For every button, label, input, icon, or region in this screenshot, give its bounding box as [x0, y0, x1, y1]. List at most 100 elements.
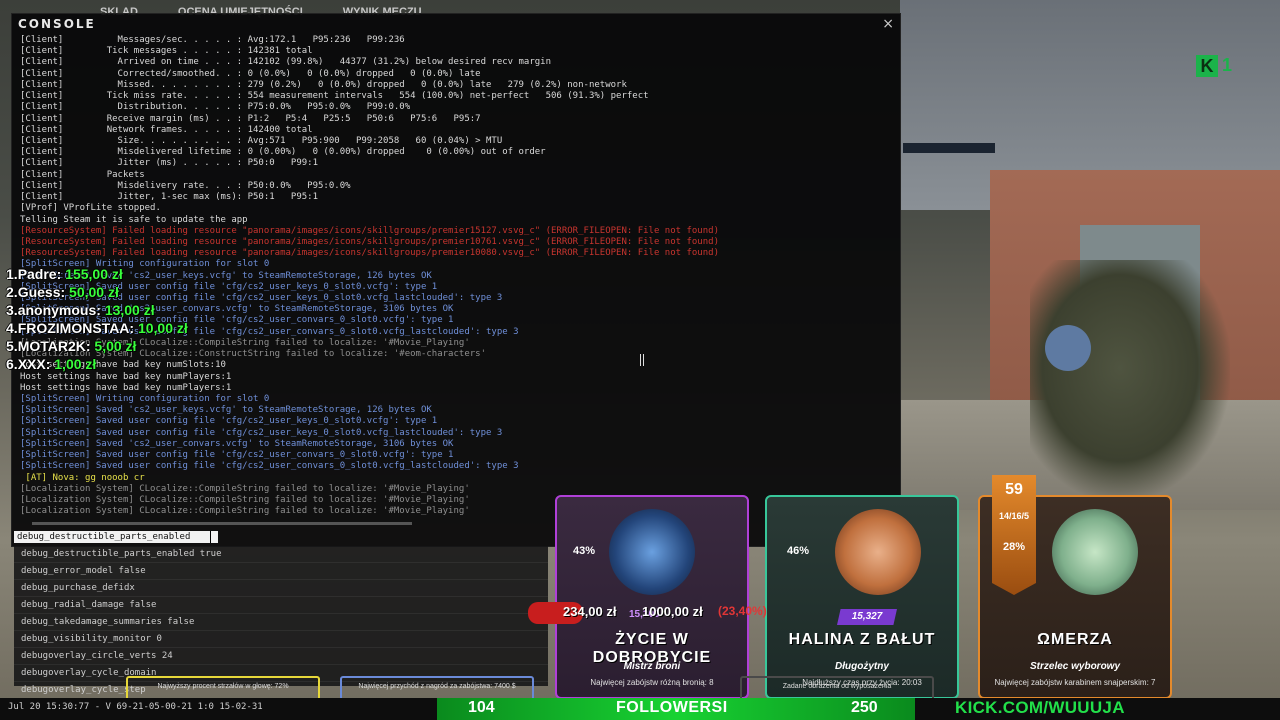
donation-name: Padre:	[17, 266, 62, 282]
autocomplete-item[interactable]: debug_radial_damage false	[14, 597, 548, 614]
console-log-line: [SplitScreen] Saved user config file 'cf…	[20, 461, 519, 472]
console-log-line: [ResourceSystem] Failed loading resource…	[20, 248, 719, 259]
followers-target: 250	[851, 699, 878, 716]
autocomplete-item[interactable]: debug_visibility_monitor 0	[14, 631, 548, 648]
player-card-award: Długożytny	[835, 661, 889, 672]
followers-current: 104	[468, 699, 495, 716]
donation-amount: 10,00 zł	[137, 320, 188, 336]
player-card-percent: 46%	[787, 545, 810, 557]
donation-rank: 6.	[6, 356, 18, 372]
console-log-line: [ResourceSystem] Failed loading resource…	[20, 225, 719, 236]
donation-rank: 1.	[6, 266, 18, 282]
text-cursor-icon	[640, 354, 644, 366]
donation-rank: 3.	[6, 302, 18, 318]
donation-row: 3.anonymous: 13,00 zł	[6, 302, 188, 320]
autocomplete-item[interactable]: debug_takedamage_summaries false	[14, 614, 548, 631]
donation-amount: 5,00 zł	[94, 338, 137, 354]
console-log-line: [Client] Jitter (ms) . . . . . : P50:0 P…	[20, 158, 319, 169]
console-log-line: [Client] Network frames. . . . . : 14240…	[20, 124, 313, 135]
console-log-line: [Client] Tick messages . . . . . : 14238…	[20, 46, 313, 57]
console-log-line: [Localization System] CLocalize::Compile…	[20, 483, 470, 494]
player-card-level: 15,327	[837, 609, 897, 625]
close-icon[interactable]: ×	[882, 16, 894, 32]
console-command-input[interactable]	[14, 531, 218, 543]
donation-amount: 1,00 zł	[54, 356, 97, 372]
player-card-2: 46% 15,327 HALINA Z BAŁUT Długożytny Naj…	[765, 495, 959, 699]
player-card-percent: 43%	[573, 545, 596, 557]
donation-goal-percent: (23,40%)	[718, 604, 767, 618]
console-horizontal-scrollbar[interactable]	[32, 522, 412, 525]
player-card-name: HALINA Z BAŁUT	[788, 631, 936, 648]
console-log-line: [Client] Tick miss rate. . . . . : 554 m…	[20, 91, 649, 102]
system-status-line: Jul 20 15:30:77 - V 69-21-05-00-21 1:0 1…	[8, 702, 263, 712]
autocomplete-item[interactable]: debug_error_model false	[14, 563, 548, 580]
donation-row: 4.FROZIMONSTAA: 10,00 zł	[6, 320, 188, 338]
kick-channel-url: KICK.COM/WUUUJA	[955, 698, 1125, 717]
console-log-line: [Client] Misdelivered lifetime : 0 (0.00…	[20, 147, 546, 158]
text-caret	[210, 531, 211, 543]
player-card-level: 59	[1005, 481, 1023, 498]
donation-goal-current: 234,00 zł	[563, 604, 617, 619]
donation-goal: 234,00 zł 1000,00 zł (23,40%)	[528, 600, 768, 626]
player-avatar	[1052, 509, 1138, 595]
console-log-line: [Localization System] CLocalize::Compile…	[20, 506, 470, 517]
donation-goal-target: 1000,00 zł	[642, 604, 703, 619]
donation-row: 2.Guess: 50,00 zł	[6, 284, 188, 302]
player-card-kda: 14/16/5	[998, 511, 1030, 521]
donation-name: FROZIMONSTAA:	[17, 320, 135, 336]
console-log-line: [SplitScreen] Saved user config file 'cf…	[20, 427, 503, 438]
console-log-line: [Client] Missed. . . . . . . . : 279 (0.…	[20, 79, 627, 90]
console-log-line: [Client] Misdelivery rate. . . : P50:0.0…	[20, 180, 351, 191]
console-log-line: [Client] Receive margin (ms) . . : P1:2 …	[20, 113, 481, 124]
donation-row: 5.MOTAR2K: 5,00 zł	[6, 338, 188, 356]
player-card-award: Strzelec wyborowy	[1029, 661, 1121, 672]
console-log-line: [ResourceSystem] Failed loading resource…	[20, 236, 719, 247]
donation-name: Guess:	[17, 284, 66, 300]
game-soldier	[1030, 260, 1230, 500]
autocomplete-item[interactable]: debug_destructible_parts_enabled true	[14, 546, 548, 563]
player-avatar	[835, 509, 921, 595]
donation-row: 1.Padre: 155,00 zł	[6, 266, 188, 284]
kick-logo-icon: K	[1196, 55, 1218, 77]
donation-name: anonymous:	[17, 302, 101, 318]
donation-rank: 5.	[6, 338, 18, 354]
donation-name: MOTAR2K:	[17, 338, 91, 354]
console-log-line: [Client] Corrected/smoothed. . : 0 (0.0%…	[20, 68, 481, 79]
console-log-line: [Client] Size. . . . . . . . . : Avg:571…	[20, 135, 503, 146]
player-avatar	[609, 509, 695, 595]
donation-amount: 50,00 zł	[69, 284, 119, 300]
kick-logo-count: 1	[1222, 55, 1233, 75]
game-hud-bar	[903, 143, 995, 153]
autocomplete-item[interactable]: debug_purchase_defidx	[14, 580, 548, 597]
autocomplete-item[interactable]: debugoverlay_circle_verts 24	[14, 648, 548, 665]
donation-rank: 4.	[6, 320, 18, 336]
donation-leaderboard: 1.Padre: 155,00 zł 2.Guess: 50,00 zł 3.ano…	[6, 266, 188, 374]
player-card-name: ΩMERZA	[1037, 631, 1113, 648]
console-log-line: Host settings have bad key numPlayers:1	[20, 382, 232, 393]
console-log-line: [SplitScreen] Saved 'cs2_user_convars.vc…	[20, 438, 454, 449]
donation-amount: 13,00 zł	[104, 302, 155, 318]
console-log-line: [SplitScreen] Writing configuration for …	[20, 394, 270, 404]
console-log-line: [SplitScreen] Saved user config file 'cf…	[20, 416, 438, 427]
console-log-line: [Client] Arrived on time . . . : 142102 …	[20, 57, 552, 68]
player-rank-badge: 59 14/16/5 28%	[992, 475, 1036, 595]
donation-row: 6.XXX: 1,00 zł	[6, 356, 188, 374]
player-card-award: Mistrz broni	[623, 661, 681, 672]
console-log-line: [VProf] VProfLite stopped.	[20, 203, 161, 214]
player-card-percent: 28%	[1002, 541, 1026, 553]
game-soldier-head	[1045, 325, 1091, 371]
followers-label: FOLLOWERSI	[616, 699, 728, 716]
donation-rank: 2.	[6, 284, 18, 300]
player-card-3: 59 14/16/5 28% ΩMERZA Strzelec wyborowy …	[978, 475, 1172, 699]
console-log-line: Telling Steam it is safe to update the a…	[20, 214, 248, 225]
stat-strip: Najwyższy procent strzałów w głowę: 72% …	[0, 676, 1280, 702]
console-log-line: [Client] Packets	[20, 169, 145, 180]
console-log-line: [Client] Distribution. . . . . : P75:0.0…	[20, 102, 411, 113]
console-autocomplete-list: debug_destructible_parts_enabled true deb…	[14, 546, 548, 699]
console-log-line: [AT] Nova: gg nooob cr	[20, 472, 145, 483]
console-title: CONSOLE	[18, 17, 96, 31]
donation-name: XXX:	[17, 356, 51, 372]
player-card-1: 43% 15,300 ŻYCIE W DOBROBYCIE Mistrz bro…	[555, 495, 749, 699]
donation-amount: 155,00 zł	[65, 266, 123, 282]
console-log-line: [Client] Jitter, 1-sec max (ms): P50:1 P…	[20, 192, 319, 203]
